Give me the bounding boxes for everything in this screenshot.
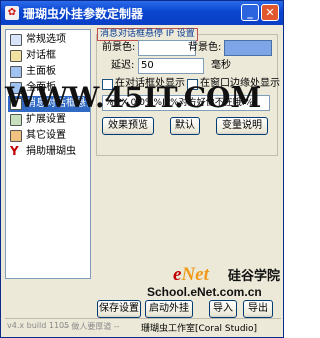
version-text: v4.x build 1105 xyxy=(7,321,70,330)
enet-logo: eNet xyxy=(173,264,209,285)
sidebar: 常规选项 对话框 主面板 全面板 消息对话框悬停 扩展设置 其它设置 Y 捐助珊 xyxy=(5,29,96,279)
panel-icon xyxy=(10,66,22,78)
sidebar-item-label: 扩展设置 xyxy=(26,114,66,125)
delay-input[interactable]: 50 xyxy=(138,58,204,74)
sidebar-item-other-settings[interactable]: 其它设置 xyxy=(8,128,90,144)
foreground-label: 前景色: xyxy=(102,42,136,53)
app-window: ✿ 珊瑚虫外挂参数定制器 _ ✕ 常规选项 对话框 主面板 全面板 消息对话框悬… xyxy=(0,0,284,338)
window-title: 珊瑚虫外挂参数定制器 xyxy=(23,7,144,21)
launch-plugin-button[interactable]: 启动外挂 xyxy=(145,300,193,318)
delay-unit: 毫秒 xyxy=(211,60,231,71)
import-button[interactable]: 导入 xyxy=(209,300,237,318)
slogan-text: -- 做人要厚道 -- xyxy=(63,322,120,331)
variables-help-button[interactable]: 变量说明 xyxy=(216,117,268,135)
preview-button[interactable]: 效果预览 xyxy=(102,117,154,135)
enet-logo-cn: 硅谷学院 xyxy=(228,269,281,284)
background-label: 背景色: xyxy=(188,42,222,53)
coral-app-icon: ✿ xyxy=(5,6,19,20)
donate-icon: Y xyxy=(10,144,19,158)
settings-icon xyxy=(10,130,22,142)
delay-label: 延迟: xyxy=(111,60,135,71)
title-bar[interactable]: ✿ 珊瑚虫外挂参数定制器 _ ✕ xyxy=(1,1,283,25)
computer-icon xyxy=(10,34,22,46)
background-color-swatch[interactable] xyxy=(224,40,272,56)
studio-text: 珊瑚虫工作室[Coral Studio] xyxy=(141,324,258,334)
sidebar-item-extensions[interactable]: 扩展设置 xyxy=(8,112,90,128)
sidebar-item-label: 常规选项 xyxy=(26,34,66,45)
sidebar-item-label: 主面板 xyxy=(26,66,56,77)
extension-icon xyxy=(10,114,22,126)
close-button[interactable]: ✕ xyxy=(261,4,279,21)
sidebar-item-dialog[interactable]: 对话框 xyxy=(8,48,90,64)
dialog-icon xyxy=(10,50,22,62)
default-button[interactable]: 默认 xyxy=(170,117,200,135)
sidebar-item-label: 捐助珊瑚虫 xyxy=(26,146,76,157)
sidebar-item-main-panel[interactable]: 主面板 xyxy=(8,64,90,80)
sidebar-item-general[interactable]: 常规选项 xyxy=(8,32,90,48)
save-settings-button[interactable]: 保存设置 xyxy=(97,300,141,318)
export-button[interactable]: 导出 xyxy=(243,300,273,318)
sidebar-item-label: 对话框 xyxy=(26,50,56,61)
sidebar-item-donate[interactable]: Y 捐助珊瑚虫 xyxy=(8,144,90,160)
sidebar-item-label: 其它设置 xyxy=(26,130,66,141)
minimize-button[interactable]: _ xyxy=(241,4,259,21)
watermark-text: WWW.45IT.COM xyxy=(5,81,262,114)
enet-logo-url: School.eNet.com.cn xyxy=(147,285,262,299)
